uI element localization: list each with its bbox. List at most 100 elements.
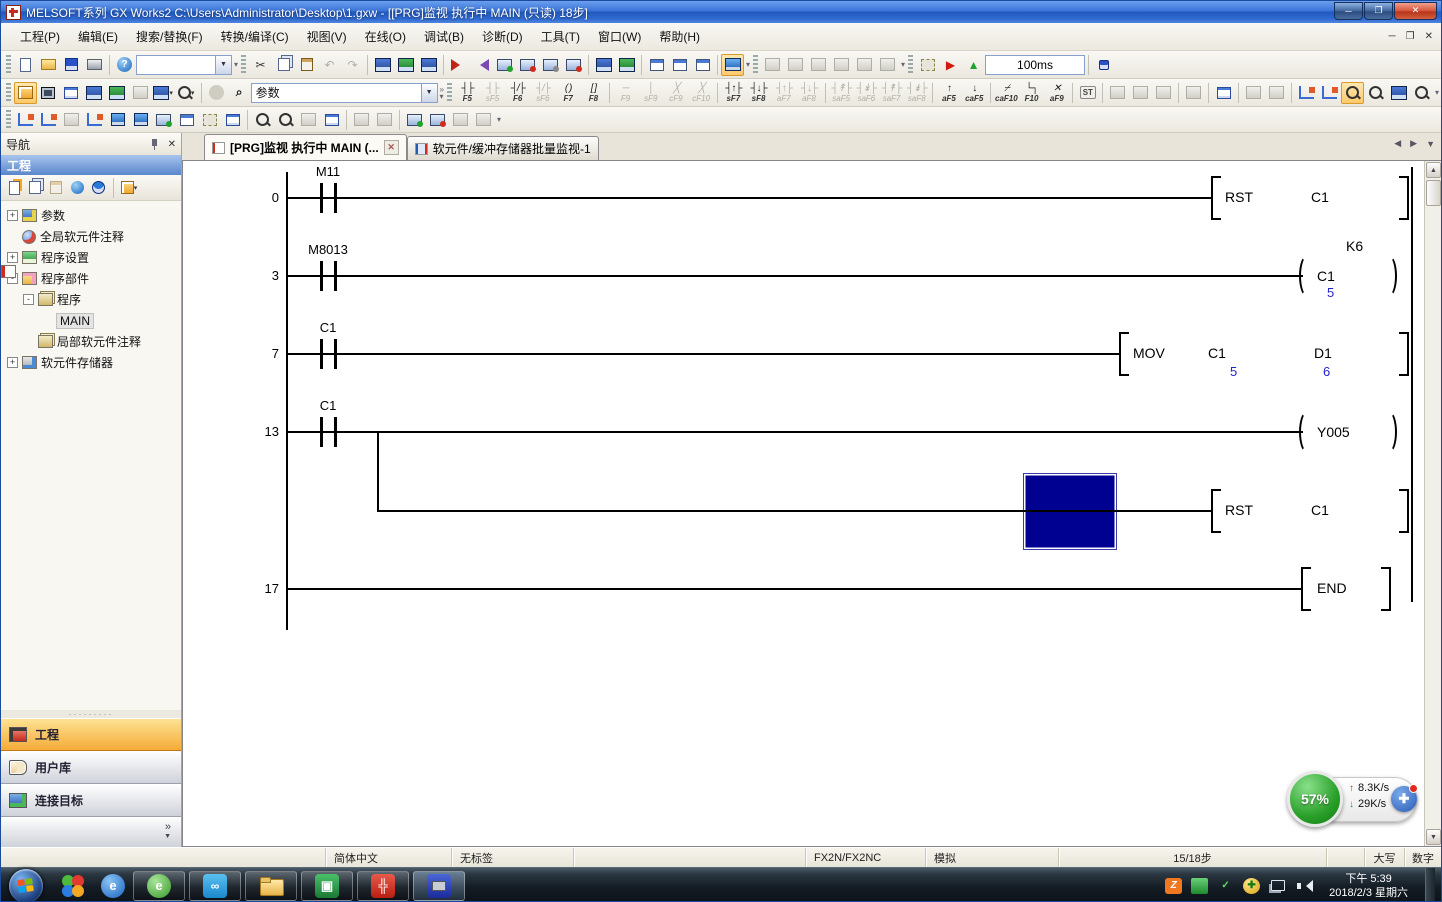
help-button[interactable]: ? [113,54,136,76]
taskbar-item-netdisk[interactable]: ∞ [189,871,241,901]
ladder-closed-branch-button[interactable]: ┤/├sF6 [530,81,555,105]
watch-start-icon[interactable] [403,109,426,131]
tab-close-icon[interactable]: ✕ [384,140,399,155]
nav-more-bar[interactable]: » ▼ [1,817,181,847]
ladder-coil-button[interactable]: ( )F7 [556,81,581,105]
branch-instruction[interactable]: RST [1225,502,1253,518]
scan-time-field[interactable]: 100ms [985,55,1085,75]
window-tile-button[interactable] [668,54,691,76]
rung-0-instruction[interactable]: RST [1225,189,1253,205]
undo-button[interactable]: ↶ [318,54,341,76]
tray-usb-icon[interactable] [1191,878,1208,894]
tray-volume-icon[interactable] [1295,878,1312,894]
inline-st-button[interactable] [1106,82,1129,104]
watch-stop-icon[interactable] [426,109,449,131]
monitor-stop-button[interactable] [516,54,539,76]
rung-0-contact-label[interactable]: M11 [273,164,383,179]
toolbar-overflow-icon[interactable]: ▾ [746,61,750,68]
toolbar-grip[interactable] [6,55,11,75]
ladder-edit-icon-6[interactable] [129,109,152,131]
ladder-pulse-not3-button[interactable]: ┤↟├saF7 [879,81,904,105]
data-select-combo[interactable]: 参数▼ [251,83,438,103]
menu-compile[interactable]: 转换/编译(C) [212,25,298,48]
taskbar-item-360[interactable] [53,871,93,901]
scroll-down-icon[interactable]: ▼ [1426,829,1441,845]
tab-device-batch-monitor[interactable]: 软元件/缓冲存储器批量监视-1 [407,136,599,160]
simulation-error-button[interactable]: ▲ [962,54,985,76]
ladder-editor[interactable]: 0 M11 RST C1 3 M8013 K6 C1 5 [182,160,1441,847]
tab-scroll-left-icon[interactable]: ◀ [1394,138,1401,149]
menu-tools[interactable]: 工具(T) [532,25,589,48]
ladder-edit-icon-5[interactable] [106,109,129,131]
new-project-button[interactable] [14,54,37,76]
copy-button[interactable] [272,54,295,76]
cut-button[interactable]: ✂ [249,54,272,76]
toolbar-overflow-icon[interactable]: ▾ [1435,89,1439,96]
watch-icon-3[interactable] [297,109,320,131]
tree-item-pou[interactable]: - 程序部件 [1,268,181,289]
toolbar-grip[interactable] [447,83,452,103]
device-comment-display-button[interactable] [83,82,106,104]
ladder-rising-pulse-branch-button[interactable]: ┤↑├aF7 [771,81,796,105]
menu-edit[interactable]: 编辑(E) [69,25,127,48]
rung-3-contact-label[interactable]: M8013 [273,242,383,257]
simulator-button[interactable] [721,54,744,76]
menu-view[interactable]: 视图(V) [298,25,356,48]
ladder-closed-contact-button[interactable]: ┤/├F6 [505,81,530,105]
menu-project[interactable]: 工程(P) [11,25,69,48]
watch-icon-2[interactable] [274,109,297,131]
sort-dropdown-icon[interactable]: ▾ [120,179,138,197]
tree-item-parameter[interactable]: + 参数 [1,205,181,226]
watch-del-icon[interactable] [449,109,472,131]
read-from-plc-button[interactable] [470,54,493,76]
monitor-start-button[interactable] [493,54,516,76]
project-combo[interactable]: ▼ [136,55,232,75]
menu-online[interactable]: 在线(O) [356,25,415,48]
tree-edit-button[interactable] [1318,82,1341,104]
tree-item-program[interactable]: - 程序 [1,289,181,310]
tray-safely-remove-icon[interactable]: ✓ [1217,878,1234,894]
navigation-toggle-button[interactable] [14,82,37,104]
open-project-button[interactable] [37,54,60,76]
ladder-delete-line-button[interactable]: ⌿caF10 [994,81,1019,105]
ladder-rising-pulse-button[interactable]: ┤↑├sF7 [721,81,746,105]
panel-splitter[interactable]: ········· [1,710,181,718]
device-comment-button[interactable] [371,54,394,76]
ladder-open-branch-button[interactable]: ┤├sF5 [480,81,505,105]
ladder-delete-x-button[interactable]: ✕aF9 [1044,81,1069,105]
tray-network-icon[interactable] [1269,878,1286,894]
ladder-edit-icon-3[interactable] [60,109,83,131]
rung-7-destination[interactable]: D1 [1314,345,1332,361]
menu-diagnostics[interactable]: 诊断(D) [473,25,532,48]
note-edit-button[interactable] [1212,82,1235,104]
device-statement-button[interactable] [106,82,129,104]
data-info-icon[interactable] [68,179,86,197]
ladder-falling-pulse-branch-button[interactable]: ┤↓├aF8 [796,81,821,105]
nav-button-connection[interactable]: 连接目标 [1,784,181,817]
jump-find2-button[interactable] [1265,82,1288,104]
taskbar-item-gx-configurator[interactable]: ▣ [301,871,353,901]
toolbar-overflow-icon[interactable]: ▾ [234,61,238,68]
restore-button[interactable]: ❐ [1364,2,1393,20]
ladder-draw-line-button[interactable]: └┐F10 [1019,81,1044,105]
mdi-close-button[interactable]: ✕ [1425,31,1433,42]
toolbar-grip[interactable] [753,55,758,75]
tree-item-program-setting[interactable]: + 程序设置 [1,247,181,268]
edit-mode-button[interactable] [1129,82,1152,104]
taskbar-item-browser[interactable]: e [93,871,133,901]
device-display-format-button[interactable]: ▾ [152,82,175,104]
taskbar-item-gx-simulator[interactable] [413,871,465,901]
toolbar-overflow-icon[interactable]: »▾ [440,86,444,100]
simulation-start-button[interactable]: ▶ [939,54,962,76]
device-display-button[interactable] [1387,82,1410,104]
rung-7-contact-label[interactable]: C1 [273,320,383,335]
sfc-block-button[interactable] [761,54,784,76]
ladder-application-instruction-button[interactable]: [ ]F8 [581,81,606,105]
device-batch-monitor2-button[interactable] [615,54,638,76]
st-editor-button[interactable]: ST [1076,82,1099,104]
ladder-delete-vline-button[interactable]: ╳cF10 [689,81,714,105]
tab-list-icon[interactable]: ▼ [1426,139,1435,149]
monitor-window-button[interactable] [1341,82,1364,104]
ladder-delete-hline-button[interactable]: ╳cF9 [663,81,688,105]
comment-edit-button[interactable] [1152,82,1175,104]
